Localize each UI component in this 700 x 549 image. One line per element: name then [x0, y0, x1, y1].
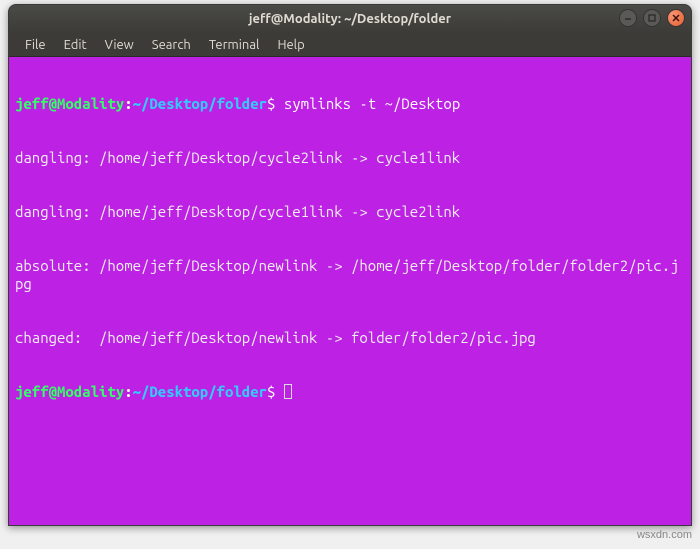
prompt-colon: : — [124, 95, 132, 112]
menubar: File Edit View Search Terminal Help — [9, 33, 691, 57]
prompt-path: ~/Desktop/folder — [133, 95, 267, 112]
minimize-button[interactable] — [619, 9, 637, 27]
terminal-output-line: dangling: /home/jeff/Desktop/cycle2link … — [15, 149, 685, 167]
terminal-area[interactable]: jeff@Modality:~/Desktop/folder$ symlinks… — [9, 57, 691, 525]
terminal-output-line: absolute: /home/jeff/Desktop/newlink -> … — [15, 257, 685, 293]
titlebar: jeff@Modality: ~/Desktop/folder — [9, 5, 691, 33]
prompt-path: ~/Desktop/folder — [133, 383, 267, 400]
window-controls — [619, 9, 685, 27]
terminal-window: jeff@Modality: ~/Desktop/folder File Edi… — [8, 4, 692, 526]
menu-edit[interactable]: Edit — [56, 36, 95, 54]
close-button[interactable] — [667, 9, 685, 27]
terminal-line-prompt-idle: jeff@Modality:~/Desktop/folder$ — [15, 383, 685, 401]
terminal-output-line: changed: /home/jeff/Desktop/newlink -> f… — [15, 329, 685, 347]
window-title: jeff@Modality: ~/Desktop/folder — [249, 12, 451, 26]
command-text: symlinks -t ~/Desktop — [284, 95, 460, 112]
menu-file[interactable]: File — [17, 36, 54, 54]
maximize-button[interactable] — [643, 9, 661, 27]
prompt-user-host: jeff@Modality — [15, 95, 124, 112]
menu-search[interactable]: Search — [144, 36, 199, 54]
menu-terminal[interactable]: Terminal — [201, 36, 268, 54]
prompt-colon: : — [124, 383, 132, 400]
terminal-line-command: jeff@Modality:~/Desktop/folder$ symlinks… — [15, 95, 685, 113]
menu-help[interactable]: Help — [269, 36, 312, 54]
close-icon — [671, 13, 681, 23]
prompt-user-host: jeff@Modality — [15, 383, 124, 400]
minimize-icon — [623, 13, 633, 23]
maximize-icon — [647, 13, 657, 23]
cursor-icon — [284, 384, 292, 399]
terminal-output-line: dangling: /home/jeff/Desktop/cycle1link … — [15, 203, 685, 221]
watermark: wsxdn.com — [637, 529, 692, 541]
menu-view[interactable]: View — [97, 36, 142, 54]
